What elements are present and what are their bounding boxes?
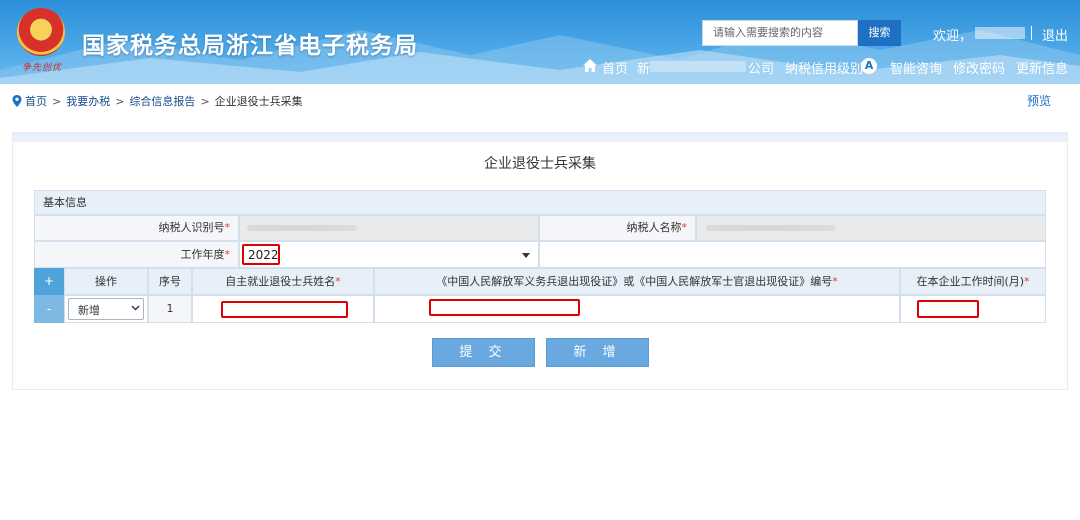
months-highlight <box>917 300 979 318</box>
name-highlight <box>221 301 348 318</box>
welcome-text: 欢迎， <box>933 29 973 44</box>
nav-update-info[interactable]: 更新信息 <box>1016 58 1068 77</box>
taxpayer-name-masked <box>706 225 836 231</box>
site-title: 国家税务总局浙江省电子税务局 <box>82 33 418 59</box>
divider <box>1031 26 1032 40</box>
year-highlight <box>242 244 280 265</box>
col-months: 在本企业工作时间(月)* <box>900 268 1046 295</box>
taxpayer-id-label: 纳税人识别号* <box>34 215 239 241</box>
search-button[interactable]: 搜索 <box>858 20 901 46</box>
panel-top-bar <box>13 133 1067 142</box>
col-name: 自主就业退役士兵姓名* <box>192 268 374 295</box>
search-input[interactable]: 请输入需要搜索的内容 <box>702 20 858 46</box>
credit-grade-badge: A <box>861 58 877 74</box>
preview-link[interactable]: 预览 <box>1027 92 1051 109</box>
section-header: 基本信息 <box>34 190 1046 215</box>
nav-company-suffix: 公司 <box>748 62 775 77</box>
chevron-down-icon[interactable] <box>522 253 530 258</box>
home-icon[interactable] <box>582 58 598 73</box>
nav-home[interactable]: 首页 <box>602 58 628 77</box>
breadcrumb-tax-handling[interactable]: 我要办税 <box>66 95 110 108</box>
remove-row-button[interactable]: - <box>34 295 64 323</box>
nav-company-prefix: 新 <box>637 62 651 77</box>
col-seq: 序号 <box>148 268 192 295</box>
taxpayer-id-masked <box>247 225 357 231</box>
breadcrumb-current: 企业退役士兵采集 <box>214 95 303 108</box>
col-operation: 操作 <box>64 268 148 295</box>
breadcrumb-separator: > <box>115 95 125 108</box>
site-header: 争先创优 国家税务总局浙江省电子税务局 请输入需要搜索的内容 搜索 欢迎， 退出… <box>0 0 1080 84</box>
chevron-down-icon[interactable] <box>131 305 140 311</box>
add-button[interactable]: 新 增 <box>546 338 649 367</box>
breadcrumb-separator: > <box>52 95 62 108</box>
breadcrumb: 首页 > 我要办税 > 综合信息报告 > 企业退役士兵采集 <box>12 93 308 109</box>
year-select[interactable] <box>239 241 539 268</box>
nav-smart-consult[interactable]: 智能咨询 <box>890 58 942 77</box>
seq-cell: 1 <box>148 295 192 323</box>
company-name-masked <box>650 61 746 72</box>
logout-link[interactable]: 退出 <box>1042 25 1068 44</box>
col-cert: 《中国人民解放军义务兵退出现役证》或《中国人民解放军士官退出现役证》编号* <box>374 268 900 295</box>
breadcrumb-info-report[interactable]: 综合信息报告 <box>129 95 195 108</box>
location-pin-icon <box>12 95 22 107</box>
cert-highlight <box>429 299 580 316</box>
emblem-signature: 争先创优 <box>22 63 63 73</box>
breadcrumb-separator: > <box>200 95 210 108</box>
nav-change-password[interactable]: 修改密码 <box>953 58 1005 77</box>
operation-value: 新增 <box>78 304 100 317</box>
national-emblem-icon <box>17 8 65 56</box>
username-masked <box>975 27 1025 39</box>
submit-button[interactable]: 提 交 <box>432 338 535 367</box>
year-label: 工作年度* <box>34 241 239 268</box>
add-row-button[interactable]: + <box>34 268 64 295</box>
form-title: 企业退役士兵采集 <box>484 156 596 172</box>
empty-cell <box>539 241 1046 268</box>
breadcrumb-home[interactable]: 首页 <box>25 95 47 108</box>
taxpayer-name-label: 纳税人名称* <box>539 215 696 241</box>
nav-credit-grade[interactable]: 纳税信用级别 <box>785 58 863 77</box>
